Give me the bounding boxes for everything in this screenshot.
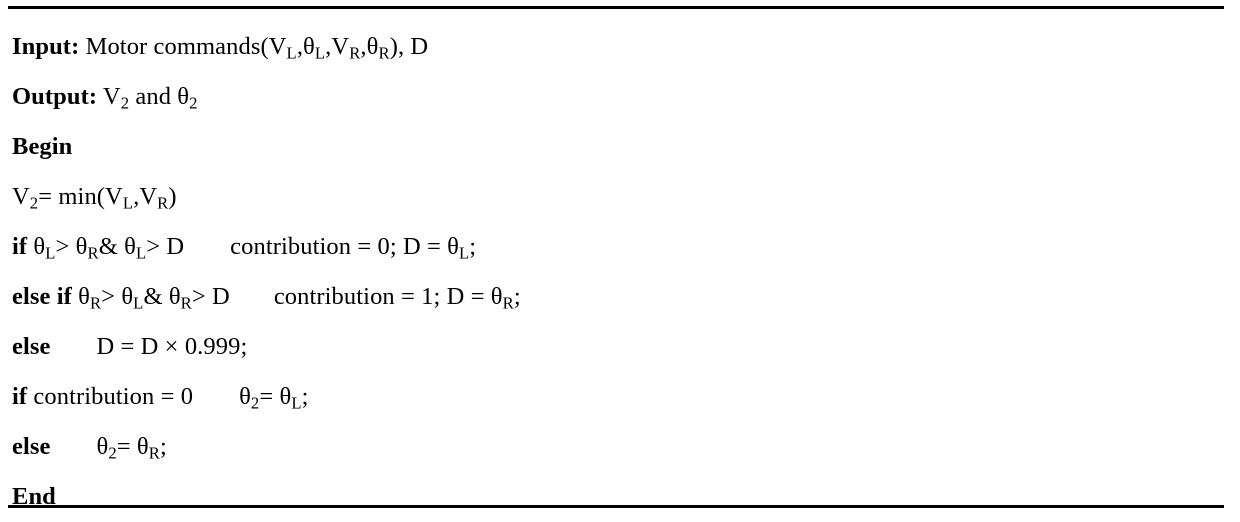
else-theta-stmt-b: = θ	[116, 433, 149, 460]
input-mid-1: ,θ	[296, 33, 315, 60]
algorithm-pseudocode-block: Input: Motor commands(VL,θL,VR,θR), D Ou…	[0, 0, 1240, 520]
else-if-sub-3: R	[180, 293, 192, 313]
else-decay-keyword: else	[12, 333, 51, 360]
if-contribution-stmt-b: = θ	[259, 383, 292, 410]
assign-sub-3: R	[157, 193, 169, 213]
clipped-header-text	[12, 0, 1222, 1]
begin-keyword: Begin	[12, 133, 73, 160]
if-cond-d: > D	[146, 233, 185, 260]
if-contribution-stmt-c: ;	[301, 383, 309, 410]
assign-lhs: V	[12, 183, 30, 210]
line-input: Input: Motor commands(VL,θL,VR,θR), D	[12, 22, 1224, 72]
line-end: End	[12, 472, 1224, 522]
input-sub-3: R	[349, 43, 361, 63]
else-if-sub-1: R	[89, 293, 102, 313]
output-keyword: Output:	[12, 83, 98, 110]
else-theta-keyword: else	[12, 433, 51, 460]
if-stmt-b: ;	[469, 233, 477, 260]
if-cond-a: θ	[27, 233, 46, 260]
if-stmt-a: contribution = 0; D = θ	[230, 233, 459, 260]
assign-sub-2: L	[122, 193, 134, 213]
assign-mid-2: ,V	[133, 183, 158, 210]
output-body-prefix: V	[97, 83, 121, 110]
output-sub-2: 2	[189, 93, 198, 113]
line-else-decay: else D = D × 0.999;	[12, 322, 1224, 372]
line-assign-v2: V2= min(VL,VR)	[12, 172, 1224, 222]
if-contribution-cond: contribution = 0	[27, 383, 194, 410]
if-contribution-stmt-a: θ	[239, 383, 251, 410]
line-output: Output: V2 and θ2	[12, 72, 1224, 122]
else-if-stmt-b: ;	[513, 283, 521, 310]
input-sub-1: L	[286, 43, 297, 63]
input-mid-2: ,V	[325, 33, 350, 60]
if-sub-1: L	[45, 243, 56, 263]
input-tail: ), D	[389, 33, 429, 60]
else-theta-sub-1: 2	[108, 443, 117, 463]
else-if-stmt-a: contribution = 1; D = θ	[273, 283, 503, 310]
input-keyword: Input:	[12, 33, 80, 60]
if-keyword: if	[12, 233, 28, 260]
line-if-theta-l: if θL> θR& θL> Dcontribution = 0; D = θL…	[12, 222, 1224, 272]
else-if-cond-c: & θ	[143, 283, 181, 310]
output-mid-1: and θ	[129, 83, 190, 110]
else-if-sub-4: R	[502, 293, 514, 313]
input-body-prefix: Motor commands(V	[79, 33, 287, 60]
assign-mid-1: = min(V	[38, 183, 123, 210]
else-if-cond-a: θ	[71, 283, 90, 310]
else-if-keyword: else if	[12, 283, 72, 310]
input-sub-2: L	[314, 43, 326, 63]
if-sub-2: R	[87, 243, 99, 263]
top-horizontal-rule	[8, 6, 1224, 9]
line-else-if-theta-r: else if θR> θL& θR> Dcontribution = 1; D…	[12, 272, 1224, 322]
if-sub-3: L	[135, 243, 147, 263]
else-if-cond-d: > D	[191, 283, 230, 310]
if-contribution-keyword: if	[12, 383, 28, 410]
assign-sub-1: 2	[29, 193, 39, 213]
bottom-horizontal-rule	[8, 505, 1224, 508]
else-if-sub-2: L	[133, 293, 144, 313]
output-sub-1: 2	[120, 93, 130, 113]
else-theta-sub-2: R	[148, 443, 160, 463]
else-theta-stmt-c: ;	[159, 433, 167, 460]
line-else-theta-r: else θ2= θR;	[12, 422, 1224, 472]
else-decay-stmt: D = D × 0.999;	[96, 333, 248, 360]
if-sub-4: L	[458, 243, 470, 263]
line-if-contribution-zero: if contribution = 0 θ2= θL;	[12, 372, 1224, 422]
input-sub-4: R	[378, 43, 390, 63]
assign-tail: )	[168, 183, 177, 210]
line-begin: Begin	[12, 122, 1224, 172]
input-mid-3: ,θ	[360, 33, 379, 60]
else-theta-stmt-a: θ	[96, 433, 109, 460]
else-if-cond-b: > θ	[101, 283, 134, 310]
if-cond-c: & θ	[98, 233, 136, 260]
if-cond-b: > θ	[55, 233, 88, 260]
pseudocode-line-list: Input: Motor commands(VL,θL,VR,θR), D Ou…	[12, 22, 1224, 522]
if-contribution-sub-2: L	[291, 393, 302, 413]
